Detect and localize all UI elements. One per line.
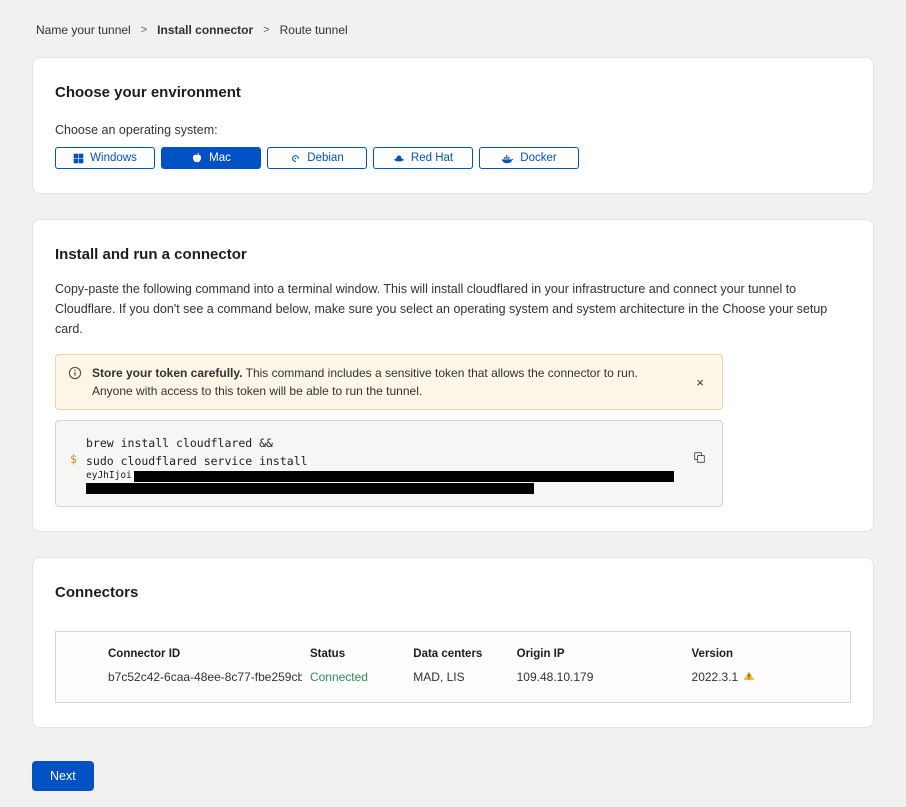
os-button-label: Debian [307,152,343,164]
terminal-prompt: $ [70,452,86,494]
copy-icon [693,452,706,467]
table-header-row: Connector ID Status Data centers Origin … [56,632,851,665]
command-line-1: brew install cloudflared && [86,434,678,452]
breadcrumb-step-install-connector[interactable]: Install connector [157,23,253,37]
connectors-table: Connector ID Status Data centers Origin … [55,631,851,703]
token-warning-banner: Store your token carefully. This command… [55,354,723,410]
redhat-icon [393,152,405,164]
data-centers-cell: MAD, LIS [405,664,508,703]
breadcrumb-separator: > [263,24,269,36]
connectors-card: Connectors Connector ID Status Data cent… [32,557,874,728]
os-button-windows[interactable]: Windows [55,147,155,169]
table-row: b7c52c42-6caa-48ee-8c77-fbe259cb6c0a Con… [56,664,851,703]
docker-icon [501,153,514,164]
breadcrumb-step-route-tunnel[interactable]: Route tunnel [280,23,348,37]
redacted-token-bar [86,483,534,494]
version-value: 2022.3.1 [692,670,739,684]
install-connector-card: Install and run a connector Copy-paste t… [32,219,874,532]
os-button-label: Docker [520,152,556,164]
status-badge: Connected [302,664,405,703]
col-header-data-centers: Data centers [405,632,508,665]
os-button-debian[interactable]: Debian [267,147,367,169]
os-button-group: Windows Mac Debian Red Hat Docker [55,147,851,169]
breadcrumb-step-name-your-tunnel[interactable]: Name your tunnel [36,23,131,37]
os-button-label: Red Hat [411,152,453,164]
os-button-redhat[interactable]: Red Hat [373,147,473,169]
debian-icon [290,153,301,164]
os-select-label: Choose an operating system: [55,123,851,137]
apple-icon [191,152,203,164]
redacted-token-bar [134,471,674,482]
copy-command-button[interactable] [691,449,708,469]
install-connector-title: Install and run a connector [55,246,851,263]
os-button-label: Windows [90,152,137,164]
install-instructions: Copy-paste the following command into a … [55,279,851,339]
command-line-2: sudo cloudflared service install [86,452,678,470]
token-warning-text: Store your token carefully. This command… [92,364,652,400]
col-header-status: Status [302,632,405,665]
origin-ip-cell: 109.48.10.179 [509,664,684,703]
version-cell: 2022.3.1 [684,664,851,703]
breadcrumb-separator: > [141,24,147,36]
next-button[interactable]: Next [32,761,94,791]
info-icon [68,366,82,385]
col-header-origin-ip: Origin IP [509,632,684,665]
environment-card-title: Choose your environment [55,84,851,101]
os-button-mac[interactable]: Mac [161,147,261,169]
os-button-label: Mac [209,152,231,164]
token-prefix: eyJhIjoi [86,470,132,482]
connectors-title: Connectors [55,584,851,601]
os-button-docker[interactable]: Docker [479,147,579,169]
close-icon[interactable]: × [690,374,710,391]
breadcrumb: Name your tunnel > Install connector > R… [0,0,906,57]
warning-triangle-icon [743,670,755,684]
connector-id-cell: b7c52c42-6caa-48ee-8c77-fbe259cb6c0a [56,664,302,703]
col-header-connector-id: Connector ID [56,632,302,665]
token-warning-bold: Store your token carefully. [92,366,243,380]
windows-icon [73,153,84,164]
col-header-version: Version [684,632,851,665]
environment-card: Choose your environment Choose an operat… [32,57,874,194]
install-command-codeblock: $ brew install cloudflared && sudo cloud… [55,420,723,507]
